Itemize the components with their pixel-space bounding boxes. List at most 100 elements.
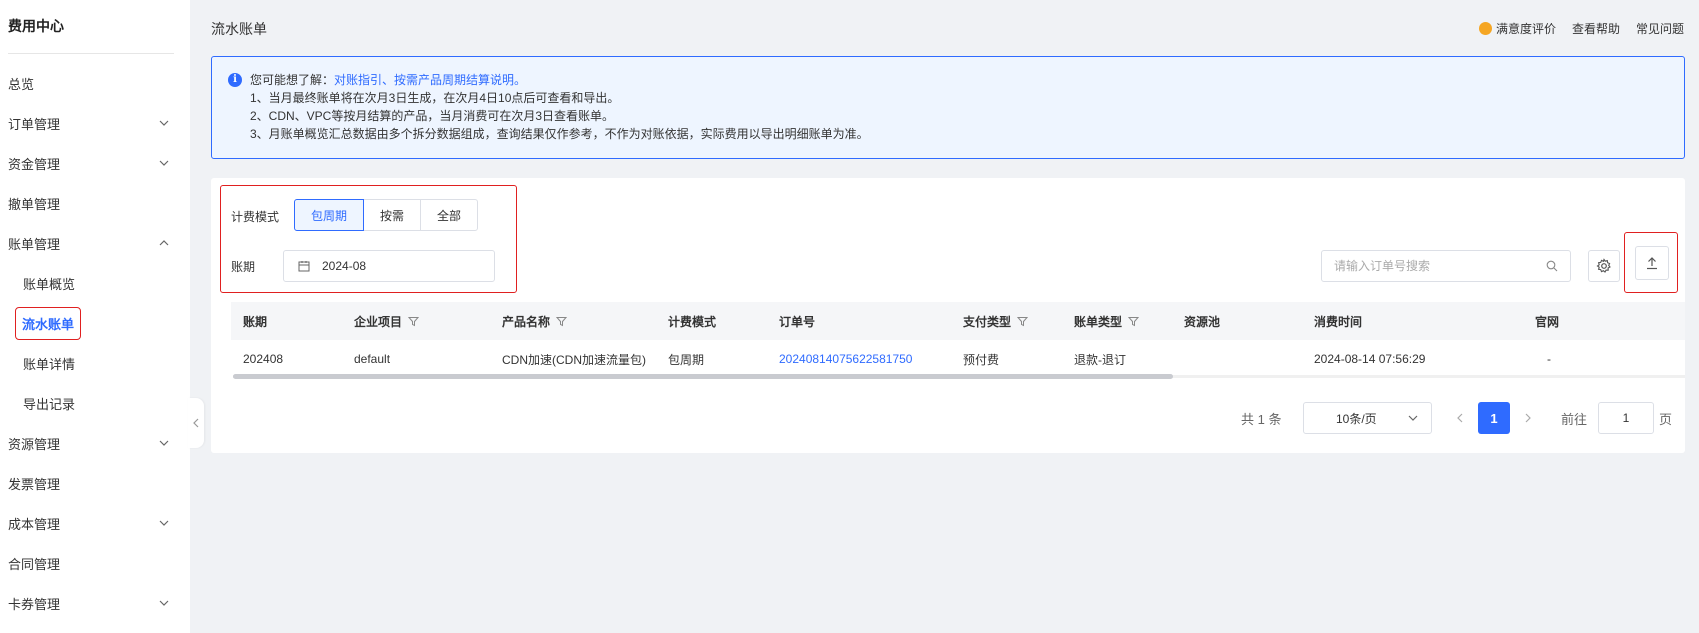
sidebar: 费用中心 总览 订单管理 资金管理 撤单管理 账单管理 账单概览 流水账单 账单… [0,0,190,633]
cell-product-name: CDN加速(CDN加速流量包) [502,352,646,367]
order-search-box[interactable] [1321,250,1571,282]
sidebar-item-export-records[interactable]: 导出记录 [0,383,190,423]
chevron-down-icon [158,597,170,609]
billing-mode-all-button[interactable]: 全部 [420,199,479,231]
sidebar-item-label: 账单管理 [8,236,61,252]
chevron-right-icon [1525,413,1531,423]
sidebar-item-label: 账单概览 [23,276,76,292]
table-row: 202408 default CDN加速(CDN加速流量包) 包周期 20240… [231,340,1685,370]
cell-official: - [1547,352,1551,366]
sidebar-item-label: 账单详情 [23,356,76,372]
info-note: 3、月账单概览汇总数据由多个拆分数据组成，查询结果仅作参考，不作为对账依据，实际… [250,127,869,141]
sidebar-item-label: 成本管理 [8,516,61,532]
sidebar-item-label: 发票管理 [8,476,61,492]
sidebar-collapse-handle[interactable] [188,398,204,448]
billing-mode-prepaid-button[interactable]: 包周期 [294,199,365,231]
filter-icon[interactable] [556,316,568,327]
sidebar-item-label: 合同管理 [8,556,61,572]
chevron-down-icon [158,517,170,529]
column-header-product-name: 产品名称 [502,302,568,340]
column-header-official: 官网 [1535,314,1560,329]
cell-period: 202408 [243,352,284,366]
header-links: 满意度评价 查看帮助 常见问题 [1478,20,1684,37]
info-note: 1、当月最终账单将在次月3日生成，在次月4日10点后可查看和导出。 [250,91,620,105]
filter-icon[interactable] [1017,316,1029,327]
sidebar-item-costs[interactable]: 成本管理 [0,503,190,543]
sidebar-divider [8,53,174,54]
export-button[interactable] [1635,246,1669,280]
order-search-input[interactable] [1334,259,1546,273]
chevron-up-icon [158,237,170,249]
info-icon: i [228,73,242,87]
sidebar-item-label: 资源管理 [8,436,61,452]
period-label: 账期 [231,260,256,274]
calendar-icon [298,261,310,272]
period-value: 2024-08 [322,259,367,273]
search-icon[interactable] [1546,260,1558,272]
prev-page-button[interactable] [1455,402,1465,434]
page-number-current[interactable]: 1 [1478,402,1510,434]
chevron-left-icon [1457,413,1463,423]
info-prefix: 您可能想了解： [250,73,335,87]
sidebar-item-label: 流水账单 [15,306,82,340]
sidebar-item-label: 资金管理 [8,156,61,172]
column-header-order-id: 订单号 [779,314,816,329]
sidebar-item-label: 总览 [8,76,35,92]
billing-mode-segmented: 包周期 按需 全部 [294,199,479,231]
upload-icon [1647,257,1657,270]
settings-button[interactable] [1588,250,1620,282]
goto-page-input[interactable]: 1 [1598,402,1654,434]
billing-mode-ondemand-button[interactable]: 按需 [363,199,422,231]
page-suffix: 页 [1659,411,1673,427]
column-header-bill-type: 账单类型 [1074,302,1140,340]
info-note: 2、CDN、VPC等按月结算的产品，当月消费可在次月3日查看账单。 [250,109,615,123]
sidebar-item-funds[interactable]: 资金管理 [0,143,190,183]
reconciliation-guide-link[interactable]: 对账指引、按需产品周期结算说明。 [334,71,526,89]
sidebar-item-label: 导出记录 [23,396,76,412]
sidebar-item-bill-overview[interactable]: 账单概览 [0,263,190,303]
page-size-select[interactable]: 10条/页 [1303,402,1432,434]
sidebar-item-invoices[interactable]: 发票管理 [0,463,190,503]
sidebar-item-resources[interactable]: 资源管理 [0,423,190,463]
sidebar-item-bill-details[interactable]: 账单详情 [0,343,190,383]
cell-consumption-time: 2024-08-14 07:56:29 [1314,352,1426,366]
transaction-table: 账期 企业项目 产品名称 计费模式 订单号 支付类型 账单类型 资源池 消费时间… [231,302,1685,370]
bill-card: 计费模式 包周期 按需 全部 账期 2024-08 账期 企业项目 产品名称 计… [211,178,1685,453]
column-header-payment-type: 支付类型 [963,302,1029,340]
period-date-picker[interactable]: 2024-08 [283,250,495,282]
info-notice: i 您可能想了解： 对账指引、按需产品周期结算说明。 1、当月最终账单将在次月3… [211,56,1685,159]
help-link[interactable]: 查看帮助 [1572,20,1620,37]
billing-mode-label: 计费模式 [231,210,280,224]
sidebar-item-label: 撤单管理 [8,196,61,212]
next-page-button[interactable] [1523,402,1533,434]
column-header-period: 账期 [243,314,268,329]
faq-link[interactable]: 常见问题 [1636,20,1684,37]
sidebar-item-orders[interactable]: 订单管理 [0,103,190,143]
sidebar-item-coupons[interactable]: 卡券管理 [0,583,190,623]
cell-billing-mode: 包周期 [668,352,705,367]
cell-order-id-link[interactable]: 20240814075622581750 [779,340,912,370]
column-header-resource-pool: 资源池 [1184,314,1221,329]
sidebar-item-label: 卡券管理 [8,596,61,612]
column-header-consumption-time: 消费时间 [1314,314,1363,329]
filter-icon[interactable] [1128,316,1140,327]
sidebar-item-bills[interactable]: 账单管理 [0,223,190,263]
sidebar-title: 费用中心 [8,18,64,34]
goto-label: 前往 [1561,411,1588,427]
satisfaction-link[interactable]: 满意度评价 [1478,20,1556,37]
sidebar-item-cancel-orders[interactable]: 撤单管理 [0,183,190,223]
sidebar-item-overview[interactable]: 总览 [0,63,190,103]
sidebar-item-label: 订单管理 [8,116,61,132]
column-header-billing-mode: 计费模式 [668,314,717,329]
table-horizontal-scrollbar[interactable] [233,374,1173,379]
sidebar-item-transaction-bill[interactable]: 流水账单 [0,303,190,343]
gear-icon [1596,258,1611,273]
chevron-down-icon [158,437,170,449]
sidebar-item-contracts[interactable]: 合同管理 [0,543,190,583]
cell-bill-type: 退款-退订 [1074,352,1126,367]
satisfaction-label: 满意度评价 [1495,22,1556,36]
chevron-down-icon [1408,415,1418,421]
column-header-enterprise-project: 企业项目 [354,302,420,340]
cell-payment-type: 预付费 [963,352,1000,367]
filter-icon[interactable] [408,316,420,327]
